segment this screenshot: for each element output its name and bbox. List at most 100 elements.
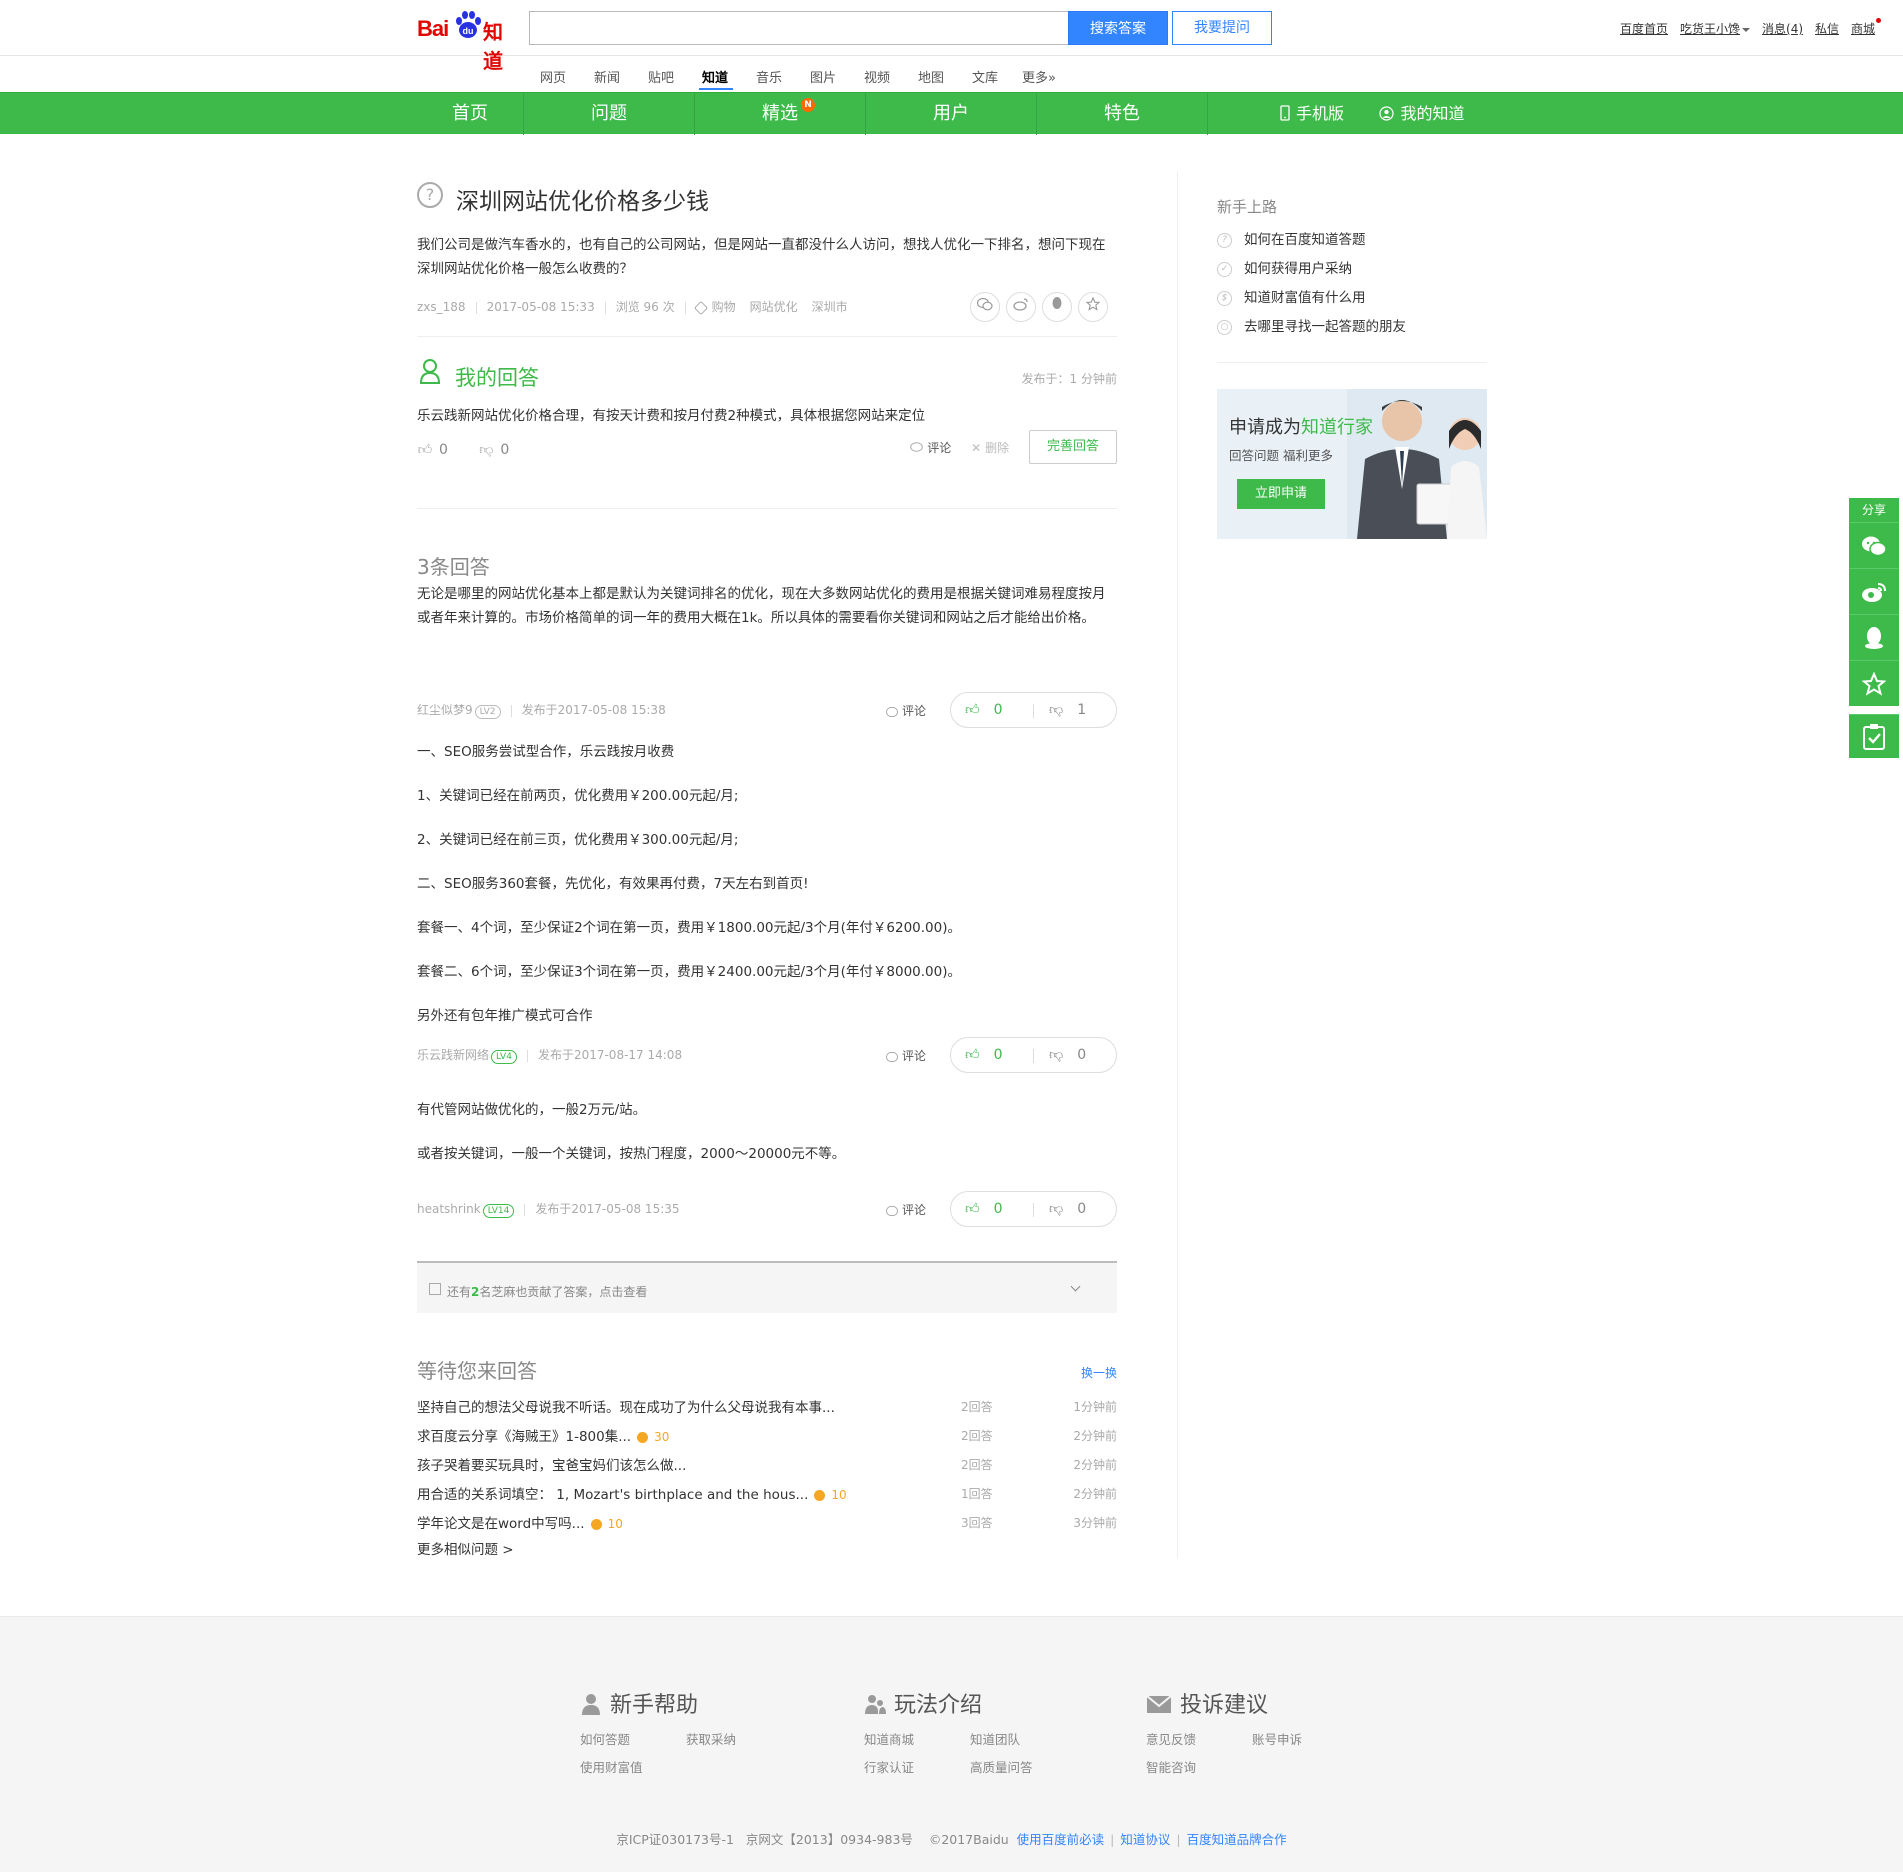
answer-paragraph: 或者按关键词，一般一个关键词，按热门程度，2000～20000元不等。	[417, 1146, 846, 1162]
list-item[interactable]: 求百度云分享《海贼王》1-800集... 30 2回答 2分钟前	[417, 1423, 1117, 1452]
question-circle-icon: ?	[1217, 232, 1232, 248]
comment-button[interactable]: 评论	[910, 439, 951, 456]
mall-link[interactable]: 商城	[1851, 18, 1882, 36]
comment-button[interactable]: 评论	[886, 702, 926, 719]
footer-link[interactable]: 获取采纳	[686, 1729, 736, 1748]
answer-author[interactable]: 红尘似梦9	[417, 703, 473, 717]
list-item[interactable]: 用合适的关系词填空： 1, Mozart's birthplace and th…	[417, 1481, 1117, 1510]
divider	[417, 336, 1117, 337]
footer-link[interactable]: 智能咨询	[1146, 1757, 1196, 1776]
footer-link[interactable]: 知道团队	[970, 1729, 1020, 1748]
private-message-link[interactable]: 私信	[1815, 22, 1839, 36]
downvote-button[interactable]: 👎︎ 0	[1049, 1046, 1086, 1063]
wechat-share-float[interactable]	[1849, 522, 1899, 568]
tab-tieba[interactable]: 贴吧	[648, 67, 674, 86]
footer-link[interactable]: 使用财富值	[580, 1757, 643, 1776]
mall-label: 商城	[1851, 22, 1876, 36]
tab-map[interactable]: 地图	[918, 67, 944, 86]
nav-my-zhidao[interactable]: 我的知道	[1372, 93, 1472, 135]
footer-link[interactable]: 意见反馈	[1146, 1729, 1196, 1748]
list-item[interactable]: 孩子哭着要买玩具时，宝爸宝妈们该怎么做... 2回答 2分钟前	[417, 1452, 1117, 1481]
list-item[interactable]: 坚持自己的想法父母说我不听话。现在成功了为什么父母说我有本事... 2回答 1分…	[417, 1394, 1117, 1423]
footer-legal-link[interactable]: 使用百度前必读	[1017, 1832, 1105, 1847]
search-input[interactable]	[529, 11, 1069, 45]
tab-more[interactable]: 更多»	[1022, 67, 1056, 86]
comment-bubble-icon	[886, 1205, 898, 1216]
banner-title-highlight: 知道行家	[1301, 417, 1373, 438]
like-button[interactable]: 👍︎ 0	[417, 442, 448, 458]
favorite-float[interactable]	[1849, 660, 1899, 706]
comment-button[interactable]: 评论	[886, 1201, 926, 1218]
footer-link[interactable]: 账号申诉	[1252, 1729, 1302, 1748]
level-badge: LV2	[474, 705, 501, 719]
footer-legal-link[interactable]: 知道协议	[1120, 1832, 1170, 1847]
username-dropdown[interactable]: 吃货王小馋	[1680, 22, 1751, 36]
improve-answer-button[interactable]: 完善回答	[1029, 430, 1117, 464]
answer-author[interactable]: heatshrink	[417, 1202, 481, 1216]
sidebar-link-get-adopted[interactable]: ✓ 如何获得用户采纳	[1217, 257, 1352, 277]
waiting-question-label: 学年论文是在word中写吗...	[417, 1516, 585, 1532]
link-separator: |	[1176, 1832, 1181, 1847]
delete-button[interactable]: ✕ 删除	[971, 439, 1009, 456]
nav-mobile[interactable]: 手机版	[1272, 93, 1352, 135]
baidu-zhidao-logo[interactable]: Bai du 知道	[417, 10, 519, 73]
upvote-button[interactable]: 👍︎ 0	[965, 1046, 1003, 1063]
logo-du: du	[463, 26, 474, 36]
messages-link[interactable]: 消息(4)	[1762, 22, 1803, 36]
tab-images[interactable]: 图片	[810, 67, 836, 86]
tab-web[interactable]: 网页	[540, 67, 566, 86]
sidebar-link-label: 如何在百度知道答题	[1244, 232, 1366, 248]
question-tag[interactable]: 深圳市	[812, 300, 848, 314]
search-answer-button[interactable]: 搜索答案	[1068, 11, 1168, 45]
footer-legal-link[interactable]: 百度知道品牌合作	[1187, 1832, 1287, 1847]
baidu-home-link[interactable]: 百度首页	[1620, 22, 1668, 36]
more-answers-bar[interactable]: 还有2名芝麻也贡献了答案，点击查看	[417, 1261, 1117, 1313]
dislike-button[interactable]: 👎︎ 0	[478, 442, 509, 458]
tab-wenku[interactable]: 文库	[972, 67, 998, 86]
upvote-button[interactable]: 👍︎ 0	[965, 701, 1003, 718]
comment-button[interactable]: 评论	[886, 1047, 926, 1064]
nav-features[interactable]: 特色	[1037, 93, 1207, 135]
expert-apply-banner[interactable]: 申请成为知道行家 回答问题 福利更多 立即申请	[1217, 389, 1487, 539]
tab-zhidao[interactable]: 知道	[702, 67, 728, 86]
upvote-button[interactable]: 👍︎ 0	[965, 1200, 1003, 1217]
weibo-share-float[interactable]	[1849, 568, 1899, 614]
weibo-share-icon[interactable]	[1006, 292, 1036, 322]
tab-news[interactable]: 新闻	[594, 67, 620, 86]
nav-home[interactable]: 首页	[417, 93, 523, 135]
tab-video[interactable]: 视频	[864, 67, 890, 86]
downvote-button[interactable]: 👎︎ 0	[1049, 1200, 1086, 1217]
nav-mobile-label: 手机版	[1295, 104, 1344, 123]
downvote-button[interactable]: 👎︎ 1	[1049, 701, 1086, 718]
footer-column-feedback: 投诉建议 意见反馈 账号申诉 智能咨询	[1146, 1687, 1302, 1775]
nav-users[interactable]: 用户	[866, 93, 1036, 135]
footer-link[interactable]: 知道商城	[864, 1729, 914, 1748]
question-tag[interactable]: 网站优化	[750, 300, 798, 314]
answer-author[interactable]: 乐云践新网络	[417, 1048, 489, 1062]
sidebar-link-wealth[interactable]: $ 知道财富值有什么用	[1217, 286, 1366, 306]
favorite-star-icon[interactable]	[1078, 292, 1108, 322]
apply-now-button[interactable]: 立即申请	[1237, 479, 1325, 509]
footer-link[interactable]: 行家认证	[864, 1757, 914, 1776]
sidebar-link-find-friends[interactable]: ○ 去哪里寻找一起答题的朋友	[1217, 315, 1406, 335]
more-similar-questions-link[interactable]: 更多相似问题 >	[417, 1538, 514, 1558]
ask-question-button[interactable]: 我要提问	[1172, 11, 1272, 45]
weibo-icon	[1862, 582, 1886, 602]
answer-paragraph: 无论是哪里的网站优化基本上都是默认为关键词排名的优化，现在大多数网站优化的费用是…	[417, 586, 1106, 626]
question-tag[interactable]: 购物	[712, 300, 736, 314]
qq-share-icon[interactable]	[1042, 292, 1072, 322]
wechat-share-icon[interactable]	[970, 292, 1000, 322]
nav-questions[interactable]: 问题	[524, 93, 694, 135]
new-badge: N	[801, 98, 815, 112]
feedback-float[interactable]	[1849, 714, 1899, 758]
footer-link[interactable]: 高质量问答	[970, 1757, 1033, 1776]
list-item[interactable]: 学年论文是在word中写吗... 10 3回答 3分钟前	[417, 1510, 1117, 1539]
asker-name[interactable]: zxs_188	[417, 300, 466, 314]
footer-link[interactable]: 如何答题	[580, 1729, 630, 1748]
nav-featured[interactable]: 精选	[695, 93, 865, 135]
qq-share-float[interactable]	[1849, 614, 1899, 660]
sidebar-link-how-to-answer[interactable]: ? 如何在百度知道答题	[1217, 228, 1366, 248]
refresh-link[interactable]: 换一换	[1081, 1364, 1117, 1381]
comment-label: 评论	[902, 704, 927, 718]
tab-music[interactable]: 音乐	[756, 67, 782, 86]
